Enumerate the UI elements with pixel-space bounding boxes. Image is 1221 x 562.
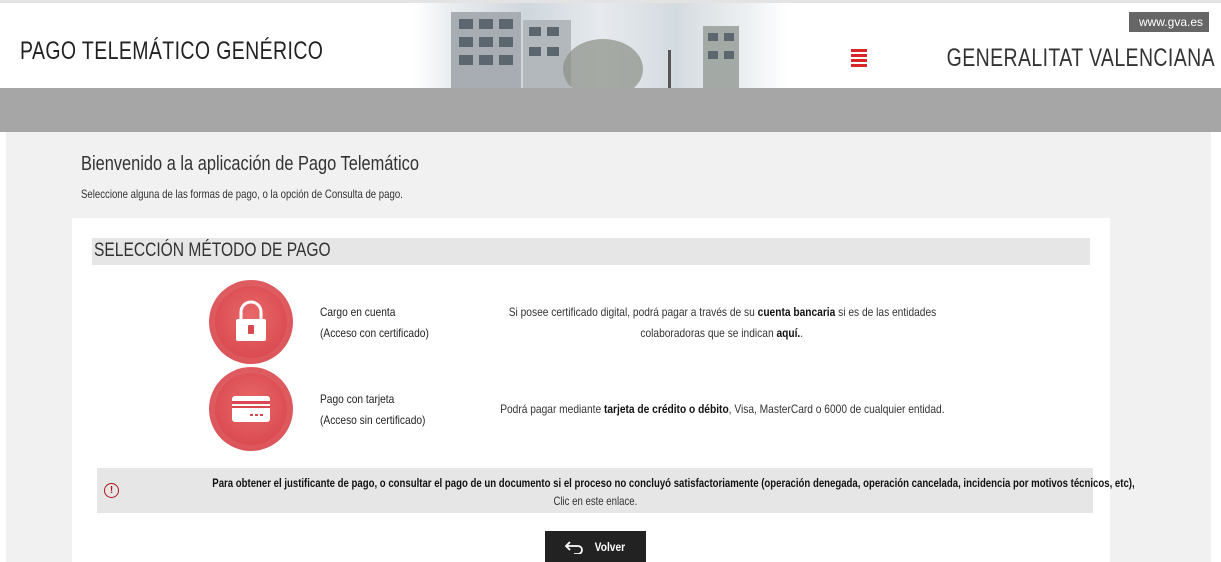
desc-text: . [800,326,804,340]
cargo-en-cuenta-title: Cargo en cuenta [320,305,396,319]
app-title: PAGO TELEMÁTICO GENÉRICO [20,37,324,65]
desc-text: colaboradoras que se indican [640,326,777,340]
credit-card-icon [232,396,270,422]
entidades-colaboradoras-link[interactable]: aquí. [777,326,801,340]
nav-bar [0,88,1221,132]
back-button[interactable]: Volver [545,531,646,562]
back-button-label: Volver [594,539,625,554]
page-header: PAGO TELEMÁTICO GENÉRICO www.gva.es GENE… [0,0,1221,90]
desc-text: Podrá pagar mediante [499,402,604,416]
method-row-cargo-en-cuenta: Cargo en cuenta (Acceso con certificado)… [72,280,1110,366]
cargo-en-cuenta-label[interactable]: Cargo en cuenta (Acceso con certificado) [320,302,429,344]
cargo-en-cuenta-subtitle: (Acceso con certificado) [320,326,429,340]
gva-website-link[interactable]: www.gva.es [1129,12,1209,32]
welcome-title: Bienvenido a la aplicación de Pago Telem… [81,153,419,175]
payment-receipt-notice: ! Para obtener el justificante de pago, … [97,468,1135,513]
pago-con-tarjeta-description: Podrá pagar mediante tarjeta de crédito … [452,399,992,420]
desc-text: si es de las entidades [834,305,936,319]
header-banner-image [413,3,788,90]
section-header: SELECCIÓN MÉTODO DE PAGO [92,238,1090,265]
gva-website-link-label: www.gva.es [1138,15,1203,29]
cargo-en-cuenta-description: Si posee certificado digital, podrá paga… [452,302,992,344]
consulta-pago-link[interactable]: Clic en este enlace. [553,492,637,510]
pago-con-tarjeta-subtitle: (Acceso sin certificado) [320,413,426,427]
desc-text: Si posee certificado digital, podrá paga… [508,305,758,319]
cargo-en-cuenta-button[interactable] [209,280,293,364]
desc-bold: tarjeta de crédito o débito [603,402,729,416]
back-arrow-icon [564,540,583,554]
pago-con-tarjeta-title: Pago con tarjeta [320,392,395,406]
desc-bold: cuenta bancaria [757,305,835,319]
pago-con-tarjeta-button[interactable] [209,367,293,451]
method-row-pago-con-tarjeta: Pago con tarjeta (Acceso sin certificado… [72,367,1110,453]
notice-message: Para obtener el justificante de pago, o … [212,476,1135,490]
desc-text: , Visa, MasterCard o 6000 de cualquier e… [728,402,945,416]
generalitat-name: GENERALITAT VALENCIANA [946,44,1215,72]
section-title: SELECCIÓN MÉTODO DE PAGO [94,240,331,261]
main-content: Bienvenido a la aplicación de Pago Telem… [6,132,1211,562]
generalitat-emblem-icon [851,48,868,70]
generalitat-logo[interactable]: GENERALITAT VALENCIANA [851,44,1215,73]
welcome-subtitle: Seleccione alguna de las formas de pago,… [81,187,403,201]
notice-text: Para obtener el justificante de pago, o … [97,474,1134,510]
pago-con-tarjeta-label[interactable]: Pago con tarjeta (Acceso sin certificado… [320,389,425,431]
padlock-icon [236,300,266,341]
payment-method-panel: SELECCIÓN MÉTODO DE PAGO Cargo en cuenta… [72,218,1135,562]
